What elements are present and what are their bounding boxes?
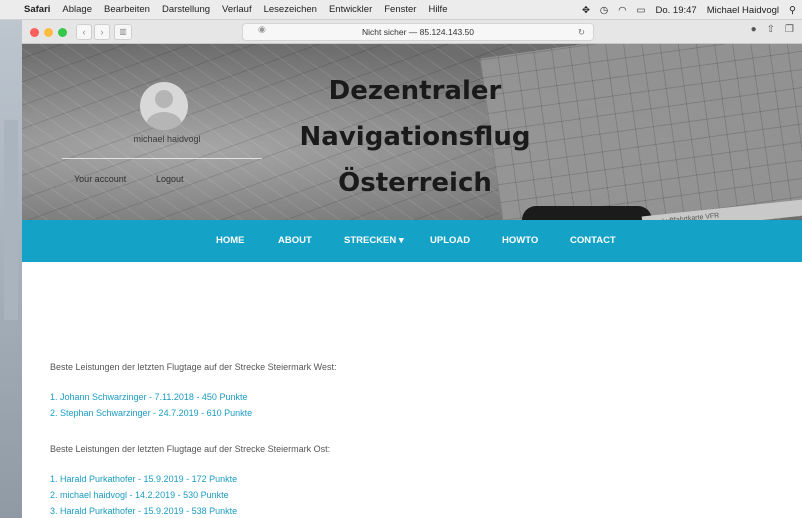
desktop-background <box>0 20 22 518</box>
menu-hilfe[interactable]: Hilfe <box>428 4 447 15</box>
back-icon[interactable]: ‹ <box>76 24 92 40</box>
site-title: Dezentraler Navigationsflug Österreich <box>270 68 560 206</box>
menu-ablage[interactable]: Ablage <box>62 4 92 15</box>
zoom-button[interactable] <box>58 28 67 37</box>
browser-toolbar: ‹ › ▥ Nicht sicher — 85.124.143.50 ↻ ◉ ●… <box>22 20 802 44</box>
time-machine-icon[interactable]: ◷ <box>600 5 608 16</box>
privacy-shield-icon[interactable]: ◉ <box>258 24 266 35</box>
divider <box>62 158 262 159</box>
menu-darstellung[interactable]: Darstellung <box>162 4 210 15</box>
title-line-2: Navigationsflug <box>299 122 531 152</box>
minimize-button[interactable] <box>44 28 53 37</box>
main-navigation: HOME ABOUT STRECKEN ▾ UPLOAD HOWTO CONTA… <box>22 220 802 262</box>
menu-safari[interactable]: Safari <box>24 4 50 15</box>
address-text: Nicht sicher — 85.124.143.50 <box>362 27 474 37</box>
map-object <box>522 206 652 220</box>
main-content: Beste Leistungen der letzten Flugtage au… <box>22 262 802 518</box>
ost-heading: Beste Leistungen der letzten Flugtage au… <box>50 444 331 454</box>
history-buttons: ‹ › <box>76 24 110 40</box>
hero-banner: Luftfahrtkarte VFR michael haidvogl Your… <box>22 44 802 220</box>
dropbox-icon[interactable]: ✥ <box>582 5 590 16</box>
nav-upload[interactable]: UPLOAD <box>430 220 470 262</box>
address-bar[interactable]: Nicht sicher — 85.124.143.50 ↻ <box>242 23 594 41</box>
nav-howto[interactable]: HOWTO <box>502 220 538 262</box>
title-line-1: Dezentraler <box>328 76 502 106</box>
ost-entry-2[interactable]: 2. michael haidvogl - 14.2.2019 - 530 Pu… <box>50 490 229 500</box>
nav-about[interactable]: ABOUT <box>278 220 312 262</box>
your-account-link[interactable]: Your account <box>74 174 126 184</box>
ost-entry-3[interactable]: 3. Harald Purkathofer - 15.9.2019 - 538 … <box>50 506 237 516</box>
nav-home[interactable]: HOME <box>216 220 245 262</box>
tabs-icon[interactable]: ❐ <box>785 24 794 35</box>
avatar-body <box>146 112 182 130</box>
wifi-icon[interactable]: ◠ <box>618 5 626 16</box>
avatar-head <box>155 90 173 108</box>
west-entry-2[interactable]: 2. Stephan Schwarzinger - 24.7.2019 - 61… <box>50 408 252 418</box>
battery-icon[interactable]: ▭ <box>637 5 646 16</box>
nav-strecken[interactable]: STRECKEN ▾ <box>344 220 404 262</box>
close-button[interactable] <box>30 28 39 37</box>
download-icon[interactable]: ● <box>751 24 757 35</box>
nav-contact[interactable]: CONTACT <box>570 220 616 262</box>
menu-entwickler[interactable]: Entwickler <box>329 4 372 15</box>
avatar[interactable] <box>140 82 188 130</box>
macos-menubar: Safari Ablage Bearbeiten Darstellung Ver… <box>0 0 802 20</box>
user-name[interactable]: Michael Haidvogl <box>707 5 779 16</box>
ost-entry-1[interactable]: 1. Harald Purkathofer - 15.9.2019 - 172 … <box>50 474 237 484</box>
profile-username: michael haidvogl <box>133 134 201 144</box>
background-window <box>4 120 18 320</box>
west-heading: Beste Leistungen der letzten Flugtage au… <box>50 362 337 372</box>
reload-icon[interactable]: ↻ <box>578 24 585 40</box>
forward-icon[interactable]: › <box>94 24 110 40</box>
menu-fenster[interactable]: Fenster <box>384 4 416 15</box>
sidebar-icon[interactable]: ▥ <box>114 24 132 40</box>
spotlight-icon[interactable]: ⚲ <box>789 5 796 16</box>
menu-verlauf[interactable]: Verlauf <box>222 4 252 15</box>
clock[interactable]: Do. 19:47 <box>655 5 696 16</box>
share-icon[interactable]: ⇧ <box>767 24 775 35</box>
west-entry-1[interactable]: 1. Johann Schwarzinger - 7.11.2018 - 450… <box>50 392 247 402</box>
menu-bearbeiten[interactable]: Bearbeiten <box>104 4 150 15</box>
logout-link[interactable]: Logout <box>156 174 184 184</box>
menu-lesezeichen[interactable]: Lesezeichen <box>264 4 317 15</box>
window-controls <box>30 28 67 37</box>
title-line-3: Österreich <box>338 168 492 198</box>
